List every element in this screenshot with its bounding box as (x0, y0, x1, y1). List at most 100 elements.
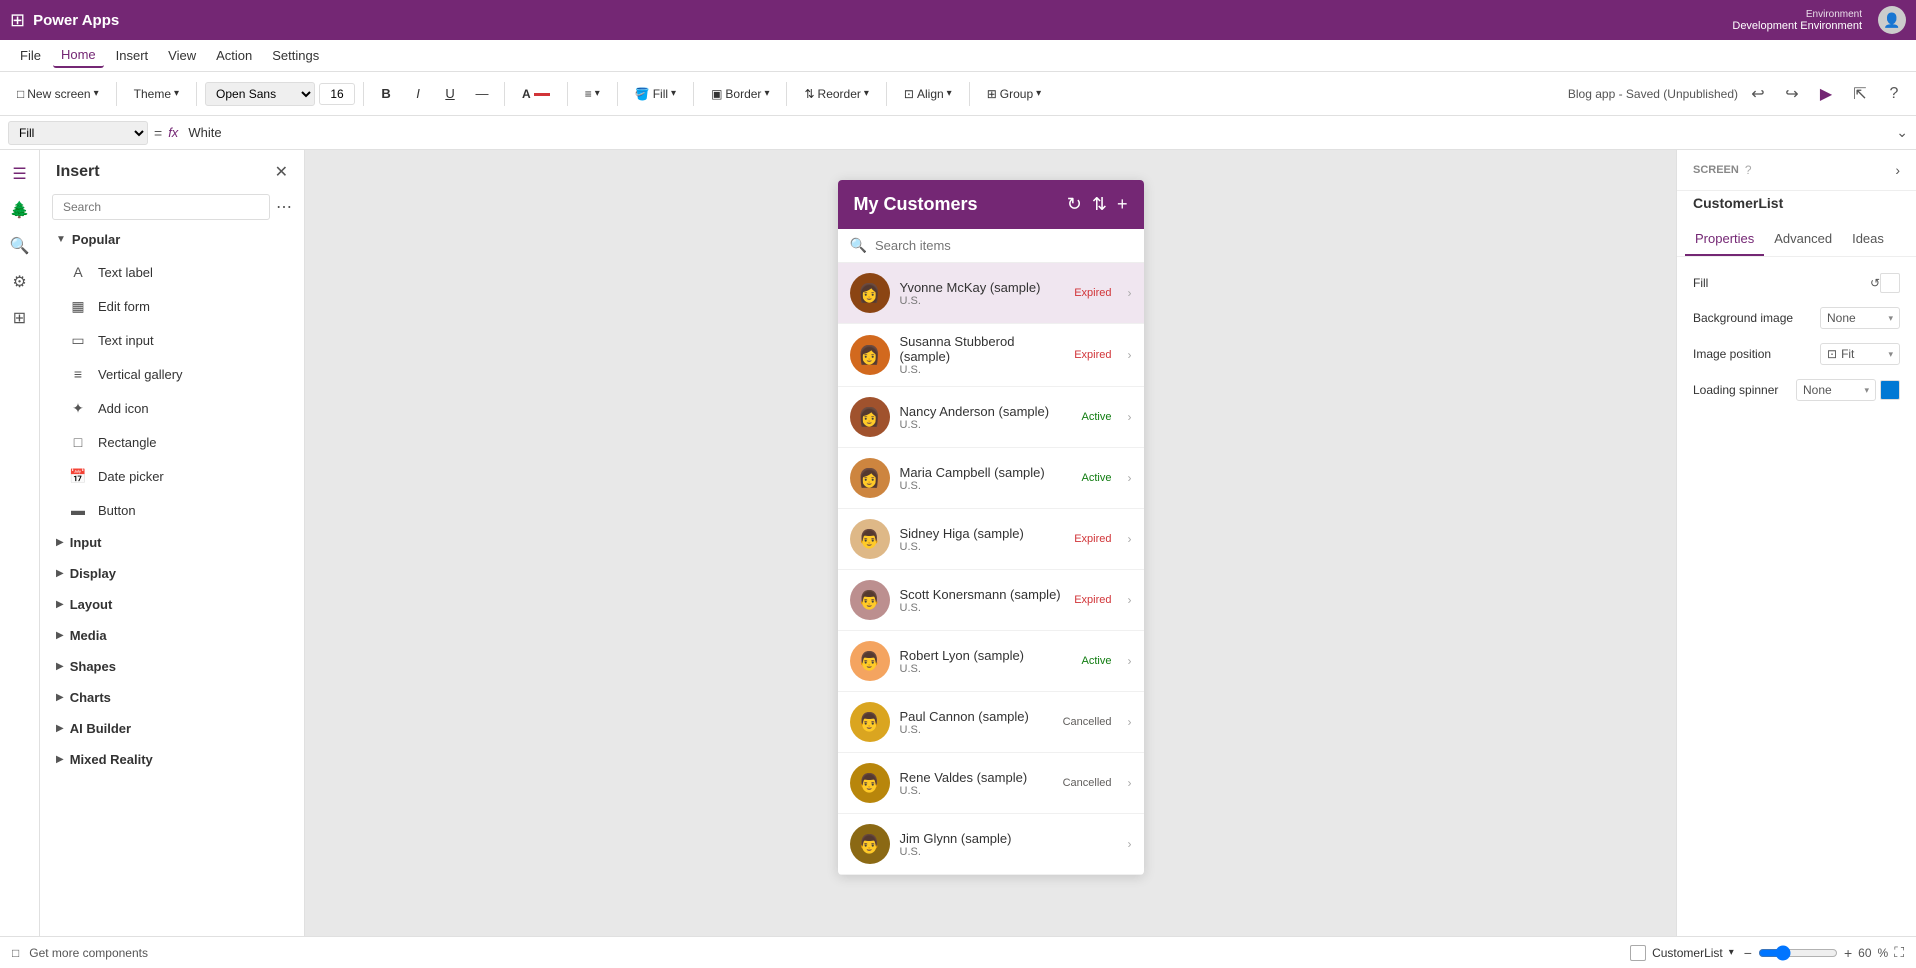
insert-item-rectangle[interactable]: □ Rectangle (40, 425, 304, 459)
sort-icon[interactable]: ⇅ (1092, 194, 1107, 215)
bold-button[interactable]: B (372, 80, 400, 108)
fill-color-box[interactable] (1880, 273, 1900, 293)
customer-item-3[interactable]: 👩 Nancy Anderson (sample) U.S. Active › (838, 387, 1144, 448)
tree-view-icon[interactable]: 🌲 (6, 196, 34, 224)
app-search-input[interactable] (875, 238, 1132, 253)
section-ai-builder[interactable]: ▶ AI Builder (40, 713, 304, 744)
customer-info-10: Jim Glynn (sample) U.S. (900, 831, 1102, 858)
zoom-out-button[interactable]: − (1744, 945, 1752, 961)
add-customer-icon[interactable]: + (1117, 194, 1128, 215)
tab-properties[interactable]: Properties (1685, 223, 1764, 256)
zoom-controls: − + 60 % ⛶ (1744, 944, 1904, 961)
section-layout[interactable]: ▶ Layout (40, 589, 304, 620)
rectangle-icon: □ (68, 432, 88, 452)
italic-button[interactable]: I (404, 80, 432, 108)
insert-item-edit-form[interactable]: ▦ Edit form (40, 289, 304, 323)
insert-item-button[interactable]: ▬ Button (40, 493, 304, 527)
image-position-select[interactable]: ⊡ Fit ▾ (1820, 343, 1900, 365)
group-button[interactable]: ⊞ Group ▾ (978, 82, 1050, 106)
font-color-button[interactable]: A (513, 82, 559, 106)
insert-search-input[interactable] (52, 194, 270, 220)
formula-input[interactable] (184, 123, 1890, 142)
grid-icon[interactable]: ⊞ (10, 10, 25, 31)
spinner-color-box[interactable] (1880, 380, 1900, 400)
customer-item-6[interactable]: 👨 Scott Konersmann (sample) U.S. Expired… (838, 570, 1144, 631)
menu-home[interactable]: Home (53, 43, 104, 68)
popular-label: Popular (72, 232, 120, 247)
formula-expand-icon[interactable]: ⌄ (1896, 124, 1908, 141)
align-pos-button[interactable]: ⊡ Align ▾ (895, 82, 961, 106)
screen-help-icon[interactable]: ? (1745, 163, 1752, 177)
environment-info: Environment Development Environment (1732, 9, 1862, 32)
right-expand-icon[interactable]: › (1895, 162, 1900, 178)
border-button[interactable]: ▣ Border ▾ (702, 82, 778, 106)
help-button[interactable]: ? (1880, 80, 1908, 108)
section-charts[interactable]: ▶ Charts (40, 682, 304, 713)
bg-image-select[interactable]: None ▾ (1820, 307, 1900, 329)
insert-item-text-label[interactable]: A Text label (40, 255, 304, 289)
refresh-icon[interactable]: ↻ (1067, 194, 1082, 215)
loading-spinner-select[interactable]: None ▾ (1796, 379, 1876, 401)
insert-toggle-icon[interactable]: ☰ (6, 160, 34, 188)
customer-item-2[interactable]: 👩 Susanna Stubberod (sample) U.S. Expire… (838, 324, 1144, 387)
formula-fx-icon[interactable]: fx (168, 125, 178, 140)
bottom-screen-caret[interactable]: ▾ (1729, 947, 1734, 958)
right-panel-top: SCREEN ? › (1677, 150, 1916, 191)
search-sidebar-icon[interactable]: 🔍 (6, 232, 34, 260)
theme-button[interactable]: Theme ▾ (125, 82, 188, 106)
font-select[interactable]: Open Sans Arial Calibri (205, 82, 315, 106)
zoom-in-button[interactable]: + (1844, 945, 1852, 961)
customer-item-10[interactable]: 👨 Jim Glynn (sample) U.S. › (838, 814, 1144, 875)
undo-button[interactable]: ↩ (1744, 80, 1772, 108)
zoom-percent: % (1878, 946, 1889, 960)
insert-item-date-picker[interactable]: 📅 Date picker (40, 459, 304, 493)
property-select[interactable]: Fill Background image (8, 121, 148, 145)
fill-refresh-icon[interactable]: ↺ (1870, 276, 1880, 290)
menu-file[interactable]: File (12, 44, 49, 67)
components-sidebar-icon[interactable]: ⊞ (6, 304, 34, 332)
insert-item-add-icon[interactable]: ✦ Add icon (40, 391, 304, 425)
section-shapes[interactable]: ▶ Shapes (40, 651, 304, 682)
section-display[interactable]: ▶ Display (40, 558, 304, 589)
user-avatar[interactable]: 👤 (1878, 6, 1906, 34)
align-button[interactable]: ≡ ▾ (576, 82, 609, 106)
zoom-slider[interactable] (1758, 945, 1838, 961)
insert-close-icon[interactable]: ✕ (275, 162, 288, 182)
insert-item-text-input[interactable]: ▭ Text input (40, 323, 304, 357)
preview-button[interactable]: ⇱ (1846, 80, 1874, 108)
insert-more-icon[interactable]: ⋯ (276, 197, 292, 217)
get-components-icon[interactable]: □ (12, 946, 19, 960)
customer-item-5[interactable]: 👨 Sidney Higa (sample) U.S. Expired › (838, 509, 1144, 570)
run-button[interactable]: ▶ (1812, 80, 1840, 108)
get-components-link[interactable]: Get more components (29, 946, 148, 960)
new-screen-button[interactable]: □ New screen ▾ (8, 82, 108, 106)
section-mixed-reality[interactable]: ▶ Mixed Reality (40, 744, 304, 775)
fill-button[interactable]: 🪣 Fill ▾ (626, 82, 685, 106)
font-size-input[interactable] (319, 83, 355, 105)
fullscreen-button[interactable]: ⛶ (1894, 944, 1904, 961)
menu-insert[interactable]: Insert (108, 44, 157, 67)
section-popular[interactable]: ▼ Popular (40, 224, 304, 255)
customer-item-9[interactable]: 👨 Rene Valdes (sample) U.S. Cancelled › (838, 753, 1144, 814)
menu-view[interactable]: View (160, 44, 204, 67)
section-input[interactable]: ▶ Input (40, 527, 304, 558)
border-icon: ▣ (711, 87, 722, 101)
reorder-button[interactable]: ⇅ Reorder ▾ (795, 82, 877, 106)
customer-item-8[interactable]: 👨 Paul Cannon (sample) U.S. Cancelled › (838, 692, 1144, 753)
customer-item-1[interactable]: 👩 Yvonne McKay (sample) U.S. Expired › (838, 263, 1144, 324)
loading-spinner-row: Loading spinner None ▾ (1693, 379, 1900, 401)
customer-item-4[interactable]: 👩 Maria Campbell (sample) U.S. Active › (838, 448, 1144, 509)
insert-item-vertical-gallery[interactable]: ≡ Vertical gallery (40, 357, 304, 391)
settings-sidebar-icon[interactable]: ⚙ (6, 268, 34, 296)
customer-avatar-2: 👩 (850, 335, 890, 375)
menu-action[interactable]: Action (208, 44, 260, 67)
redo-button[interactable]: ↪ (1778, 80, 1806, 108)
customer-name-1: Yvonne McKay (sample) (900, 280, 1065, 295)
strikethrough-button[interactable]: — (468, 80, 496, 108)
underline-button[interactable]: U (436, 80, 464, 108)
tab-ideas[interactable]: Ideas (1842, 223, 1894, 256)
tab-advanced[interactable]: Advanced (1764, 223, 1842, 256)
menu-settings[interactable]: Settings (264, 44, 327, 67)
section-media[interactable]: ▶ Media (40, 620, 304, 651)
customer-item-7[interactable]: 👨 Robert Lyon (sample) U.S. Active › (838, 631, 1144, 692)
